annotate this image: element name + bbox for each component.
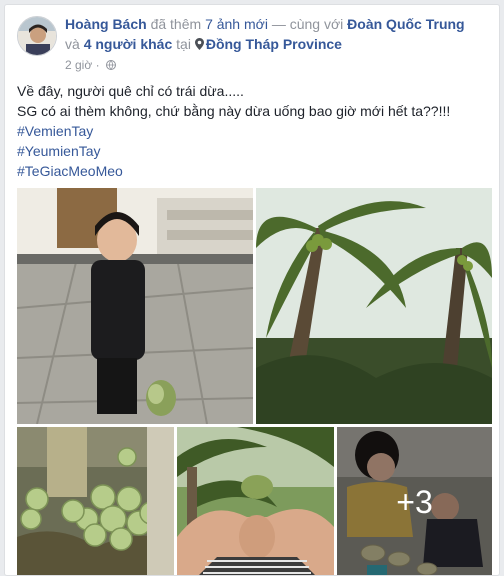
hashtag-link[interactable]: #TeGiacMeoMeo <box>17 161 487 181</box>
hashtag-link[interactable]: #YeumienTay <box>17 141 487 161</box>
globe-icon[interactable] <box>105 60 116 70</box>
at-text: tại <box>176 36 191 52</box>
photo-coconut-palms[interactable] <box>256 188 492 424</box>
hashtag-link[interactable]: #VemienTay <box>17 121 487 141</box>
location-pin-icon <box>194 38 204 50</box>
tagged-user-link[interactable]: Đoàn Quốc Trung <box>347 16 464 32</box>
photo-coconut-pile[interactable] <box>17 427 174 575</box>
photo-count-link[interactable]: 7 ảnh mới <box>205 16 268 32</box>
post-card: Hoàng Bách đã thêm 7 ảnh mới — cùng với … <box>4 4 500 576</box>
timestamp-link[interactable]: 2 giờ <box>65 58 92 72</box>
action-text: đã thêm <box>150 16 202 32</box>
post-header: Hoàng Bách đã thêm 7 ảnh mới — cùng với … <box>65 14 485 54</box>
author-name-link[interactable]: Hoàng Bách <box>65 16 147 32</box>
photo-drinking-coconut[interactable] <box>177 427 334 575</box>
post-meta: 2 giờ · <box>65 58 116 72</box>
photo-girl-with-coconut[interactable] <box>17 188 253 424</box>
author-avatar[interactable] <box>17 16 57 56</box>
post-text-line-1: Về đây, người quê chỉ có trái dừa..... <box>17 83 244 99</box>
and-text: và <box>65 36 80 52</box>
post-body: Về đây, người quê chỉ có trái dừa..... S… <box>17 81 487 181</box>
location-link[interactable]: Đồng Tháp Province <box>206 36 342 52</box>
with-text: — cùng với <box>271 16 344 32</box>
meta-separator: · <box>95 58 100 72</box>
more-photos-overlay[interactable]: +3 <box>337 427 492 575</box>
photo-cutting-coconuts[interactable]: +3 <box>337 427 492 575</box>
others-link[interactable]: 4 người khác <box>84 36 173 52</box>
post-text-line-2: SG có ai thèm không, chứ bằng này dừa uố… <box>17 103 451 119</box>
